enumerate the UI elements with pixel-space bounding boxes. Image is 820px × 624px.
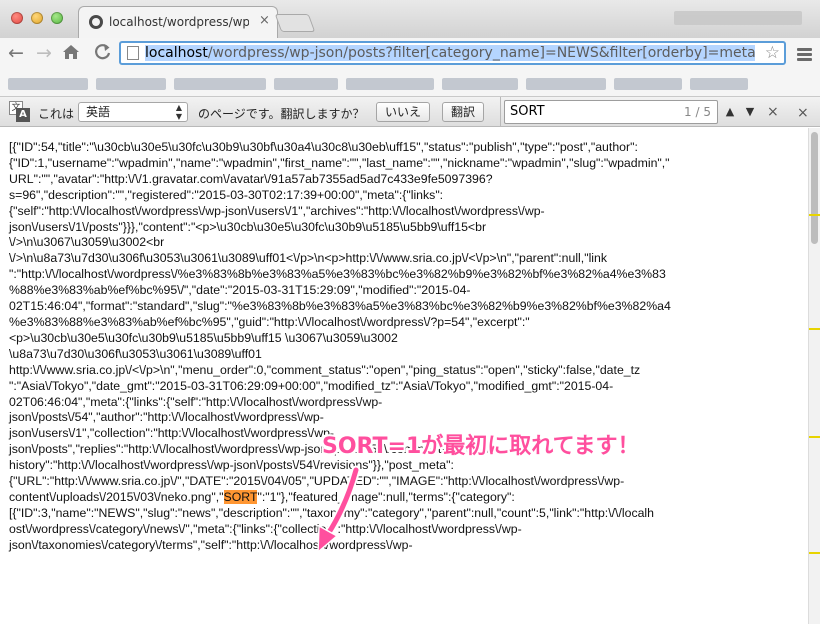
translate-no-button[interactable]: いいえ [376, 102, 431, 122]
back-button[interactable]: ← [8, 42, 24, 64]
home-icon [63, 45, 79, 59]
translate-prefix: これは [38, 107, 75, 121]
language-select-value: 英語 [86, 105, 111, 119]
tab-close-icon[interactable]: × [259, 13, 270, 28]
blurred-profile-area [674, 11, 802, 25]
find-match-count: 1 / 5 [684, 105, 711, 119]
close-window-button[interactable] [11, 12, 23, 24]
select-arrows-icon: ▲ ▼ [175, 103, 182, 121]
page-icon [127, 46, 139, 60]
find-close-button[interactable]: × [767, 103, 779, 121]
blurred-bookmark[interactable] [526, 78, 606, 90]
find-input[interactable]: SORT 1 / 5 [504, 100, 718, 124]
translate-yes-button[interactable]: 翻訳 [442, 102, 485, 122]
new-tab-button[interactable] [274, 14, 316, 32]
find-next-button[interactable]: ▼ [740, 103, 760, 121]
browser-toolbar: ← → localhost/wordpress/wp-json/posts?fi… [0, 38, 820, 70]
json-text: [{"ID":54,"title":"\u30cb\u30e5\u30fc\u3… [0, 128, 808, 554]
find-result-tick [809, 436, 820, 438]
find-result-tick [809, 214, 820, 216]
address-bar[interactable]: localhost/wordpress/wp-json/posts?filter… [119, 41, 786, 65]
page-content: [{"ID":54,"title":"\u30cb\u30e5\u30fc\u3… [0, 128, 808, 624]
minimize-window-button[interactable] [31, 12, 43, 24]
scrollbar-thumb[interactable] [811, 132, 818, 244]
blurred-bookmark[interactable] [274, 78, 338, 90]
find-result-tick [809, 552, 820, 554]
blurred-bookmark[interactable] [442, 78, 518, 90]
find-result-tick [809, 328, 820, 330]
find-bar: SORT 1 / 5 ▲ ▼ × [500, 97, 789, 127]
forward-button[interactable]: → [36, 42, 52, 64]
url-path: /wordpress/wp-json/posts?filter[category… [207, 45, 755, 61]
language-select[interactable]: 英語 ▲ ▼ [78, 102, 188, 122]
find-match-highlight: SORT [223, 489, 258, 504]
url-text[interactable]: localhost/wordpress/wp-json/posts?filter… [145, 43, 755, 63]
reload-button[interactable] [94, 42, 112, 68]
tab-title: localhost/wordpress/wp-j [109, 15, 249, 29]
translate-infobar: 文A これは 英語 ▲▼ のページです。翻訳しますか？ いいえ 翻訳 [0, 97, 500, 127]
wordpress-favicon-icon [89, 15, 103, 29]
translate-question: のページです。翻訳しますか？ [198, 107, 365, 121]
bookmark-star-icon[interactable]: ☆ [765, 43, 780, 63]
translate-icon: 文A [9, 101, 31, 123]
bookmarks-bar [0, 70, 820, 97]
find-query: SORT [510, 104, 545, 119]
find-previous-button[interactable]: ▲ [720, 103, 740, 121]
vertical-scrollbar[interactable] [808, 128, 820, 624]
url-host: localhost [145, 45, 208, 61]
blurred-bookmark[interactable] [174, 78, 266, 90]
title-bar: localhost/wordpress/wp-j × [0, 0, 820, 38]
tab-localhost-wordpress[interactable]: localhost/wordpress/wp-j × [78, 6, 278, 38]
blurred-bookmark[interactable] [690, 78, 748, 90]
chrome-menu-icon[interactable] [797, 48, 812, 61]
reload-icon [95, 44, 111, 60]
zoom-window-button[interactable] [51, 12, 63, 24]
blurred-bookmark[interactable] [614, 78, 682, 90]
annotation-callout: SORT=1が最初に取れてます！ [322, 434, 640, 459]
blurred-bookmark[interactable] [96, 78, 166, 90]
infobar-close-button[interactable]: × [797, 105, 809, 121]
blurred-bookmark[interactable] [346, 78, 434, 90]
blurred-bookmark[interactable] [8, 78, 88, 90]
home-button[interactable] [62, 43, 80, 65]
